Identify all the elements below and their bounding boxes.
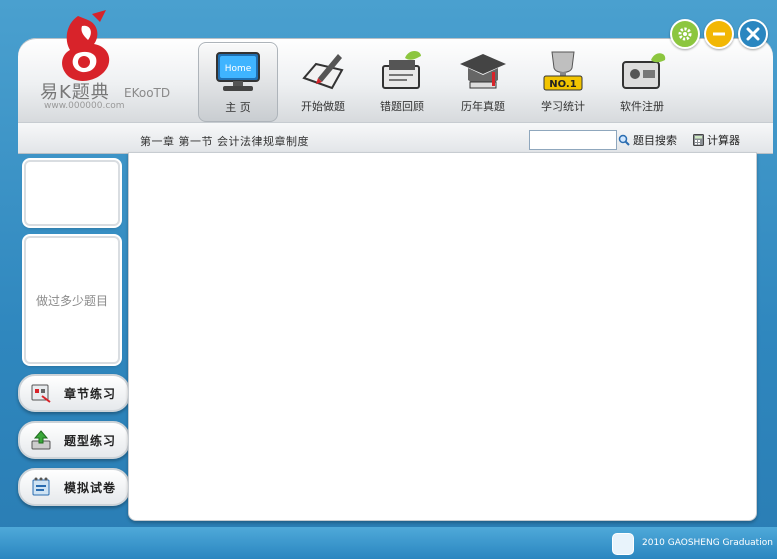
nav-past-exams-label: 历年真题 — [461, 100, 505, 113]
stats-label: 做过多少题目 — [35, 293, 108, 308]
chapter-practice-button[interactable]: 章节练习 — [18, 374, 130, 412]
nav-study-stats[interactable]: NO.1 学习统计 — [524, 42, 602, 120]
search-input[interactable] — [529, 130, 617, 150]
minimize-icon — [713, 32, 725, 36]
question-type-button[interactable]: 题型练习 — [18, 421, 130, 459]
stats-panel: 做过多少题目 — [24, 236, 120, 364]
mock-exam-icon — [32, 477, 50, 496]
mock-exam-button[interactable]: 模拟试卷 — [18, 468, 130, 506]
minimize-button[interactable] — [704, 19, 734, 49]
close-icon — [746, 27, 760, 41]
calculator-icon — [693, 134, 704, 146]
nav-study-stats-label: 学习统计 — [541, 100, 585, 113]
settings-icon — [678, 27, 692, 41]
nav-software-register[interactable]: 软件注册 — [603, 42, 681, 120]
nav-mistake-review-label: 错题回顾 — [380, 100, 424, 113]
logo-url: www.000000.com — [44, 101, 125, 111]
search-button-label: 题目搜索 — [633, 134, 677, 147]
search-button[interactable]: 题目搜索 — [618, 132, 677, 148]
nav-software-register-label: 软件注册 — [620, 100, 664, 113]
trophy-badge: NO.1 — [549, 79, 576, 90]
home-badge: Home — [225, 64, 252, 74]
nav-past-exams[interactable]: 历年真题 — [444, 42, 522, 120]
pen-paper-icon — [302, 54, 344, 90]
logo-subtitle: EKooTD — [124, 86, 171, 100]
graduation-cap-icon — [460, 54, 506, 89]
question-type-icon — [31, 430, 51, 450]
nav-home[interactable]: Home 主 页 — [198, 42, 278, 122]
nav-mistake-review[interactable]: 错题回顾 — [363, 42, 441, 120]
close-button[interactable] — [738, 19, 768, 49]
main-content — [128, 152, 757, 521]
footer-text: 2010 GAOSHENG Graduation — [642, 538, 773, 548]
nav-start-practice-label: 开始做题 — [301, 100, 345, 113]
nav-home-label: 主 页 — [225, 101, 251, 114]
breadcrumb: 第一章 第一节 会计法律规章制度 — [140, 135, 309, 148]
review-book-icon — [382, 51, 421, 89]
home-monitor-icon: Home — [216, 52, 260, 91]
nav-start-practice[interactable]: 开始做题 — [284, 42, 362, 120]
register-icon — [622, 53, 666, 89]
top-info-panel — [24, 160, 120, 226]
search-icon — [618, 134, 630, 146]
app-logo-icon — [62, 10, 110, 81]
mock-exam-label: 模拟试卷 — [64, 480, 117, 495]
chapter-practice-icon — [31, 384, 51, 403]
chapter-practice-label: 章节练习 — [64, 386, 117, 401]
trophy-icon: NO.1 — [543, 51, 583, 91]
footer-brand-icon — [612, 533, 634, 555]
calculator-button-label: 计算器 — [707, 134, 740, 147]
question-type-label: 题型练习 — [64, 433, 117, 448]
calculator-button[interactable]: 计算器 — [693, 132, 740, 148]
